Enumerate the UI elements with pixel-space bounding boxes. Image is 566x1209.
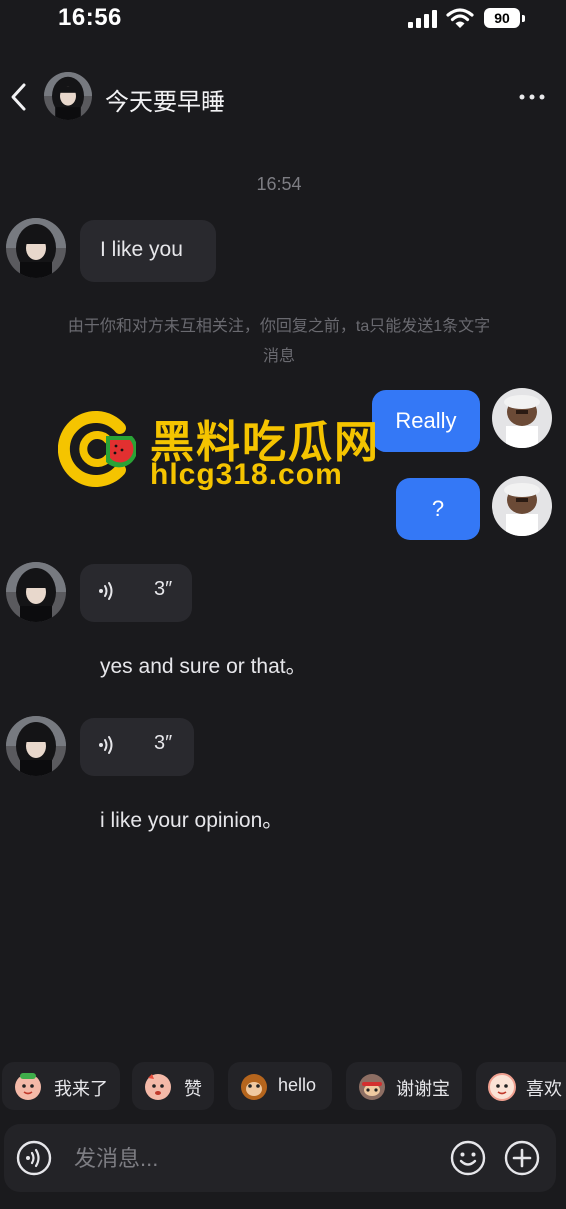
quick-reply-label: 赞 bbox=[184, 1079, 202, 1099]
voice-message-bubble[interactable]: 3″ bbox=[80, 718, 194, 776]
voice-transcript: i like your opinion。 bbox=[100, 809, 284, 832]
my-avatar[interactable] bbox=[492, 476, 552, 536]
emoji-icon[interactable] bbox=[450, 1140, 486, 1176]
message-input[interactable] bbox=[74, 1140, 434, 1178]
sender-avatar[interactable] bbox=[6, 562, 66, 622]
message-text: ? bbox=[431, 496, 445, 521]
voice-duration: 3″ bbox=[154, 578, 173, 600]
quick-reply-chip[interactable]: 谢谢宝 bbox=[346, 1062, 462, 1110]
sender-avatar[interactable] bbox=[6, 218, 66, 278]
my-avatar[interactable] bbox=[492, 388, 552, 448]
notice-line-2: 消息 bbox=[262, 348, 295, 365]
follow-notice: 由于你和对方未互相关注，你回复之前，ta只能发送1条文字 消息 bbox=[28, 312, 530, 372]
message-bubble-incoming[interactable]: I like you bbox=[80, 220, 216, 282]
battery-icon: 90 bbox=[484, 8, 526, 28]
voice-wave-icon bbox=[99, 582, 113, 600]
wifi-icon bbox=[446, 8, 474, 28]
contact-avatar[interactable] bbox=[44, 72, 92, 120]
quick-reply-chip[interactable]: 赞 bbox=[132, 1062, 214, 1110]
sender-avatar[interactable] bbox=[6, 716, 66, 776]
watermark-logo-icon bbox=[58, 411, 136, 487]
message-timestamp: 16:54 bbox=[256, 174, 302, 194]
voice-input-icon[interactable] bbox=[16, 1140, 52, 1176]
status-bar: 16:56 90 bbox=[0, 0, 566, 40]
message-text: Really bbox=[395, 408, 457, 433]
voice-transcript: yes and sure or that。 bbox=[100, 655, 307, 678]
quick-reply-chip[interactable]: 喜欢 bbox=[476, 1062, 566, 1110]
sticker-icon bbox=[488, 1073, 516, 1101]
message-bubble-outgoing[interactable]: Really bbox=[372, 390, 480, 452]
sticker-icon bbox=[241, 1074, 267, 1100]
watermark-url: hlcg318.com bbox=[150, 458, 343, 491]
status-time: 16:56 bbox=[58, 4, 122, 31]
quick-reply-chip[interactable]: hello bbox=[228, 1062, 332, 1110]
notice-line-1: 由于你和对方未互相关注，你回复之前，ta只能发送1条文字 bbox=[67, 318, 491, 335]
plus-circle-icon[interactable] bbox=[504, 1140, 540, 1176]
message-text: I like you bbox=[100, 238, 183, 261]
sticker-icon bbox=[145, 1074, 171, 1100]
chat-title: 今天要早睡 bbox=[105, 89, 225, 116]
signal-icon bbox=[408, 10, 437, 28]
battery-level: 90 bbox=[494, 10, 510, 26]
sticker-icon bbox=[15, 1073, 41, 1100]
quick-reply-label: hello bbox=[278, 1075, 317, 1095]
message-bubble-outgoing[interactable]: ? bbox=[396, 478, 480, 540]
voice-wave-icon bbox=[99, 736, 113, 754]
quick-reply-label: 我来了 bbox=[54, 1079, 108, 1099]
back-button[interactable] bbox=[6, 80, 32, 114]
sticker-icon bbox=[359, 1074, 385, 1100]
quick-reply-chip[interactable]: 我来了 bbox=[2, 1062, 120, 1110]
quick-reply-label: 谢谢宝 bbox=[396, 1079, 450, 1099]
message-input-bar bbox=[4, 1124, 556, 1192]
voice-message-bubble[interactable]: 3″ bbox=[80, 564, 192, 622]
voice-duration: 3″ bbox=[154, 732, 173, 754]
quick-reply-label: 喜欢 bbox=[526, 1079, 562, 1099]
more-options-icon[interactable] bbox=[516, 86, 548, 108]
